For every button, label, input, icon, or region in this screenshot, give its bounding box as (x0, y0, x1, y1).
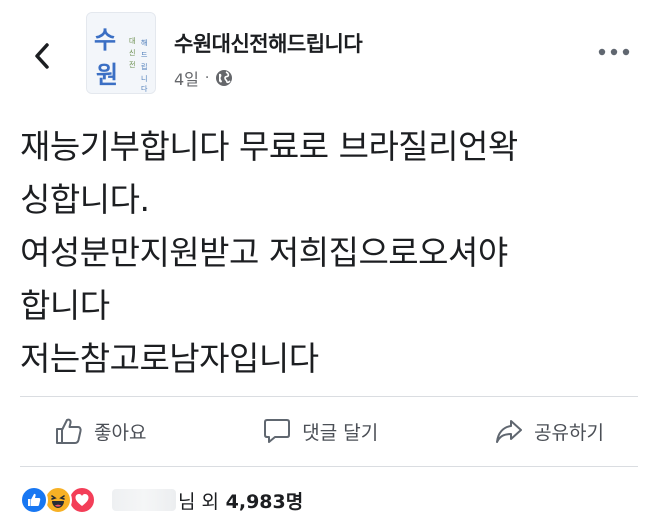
share-button[interactable]: 공유하기 (460, 416, 638, 446)
svg-text:립: 립 (141, 63, 147, 71)
back-arrow-icon (35, 43, 49, 69)
post-body: 재능기부합니다 무료로 브라질리언왁 싱합니다. 여성분만지원받고 저희집으로오… (20, 120, 640, 385)
post-line: 재능기부합니다 무료로 브라질리언왁 (20, 127, 518, 166)
action-bar: 좋아요 댓글 달기 공유하기 (20, 397, 638, 465)
svg-text:대: 대 (129, 37, 135, 45)
reaction-summary[interactable]: 님 외 4,983명 (20, 482, 303, 518)
post-time[interactable]: 4일 (174, 66, 199, 90)
svg-text:신: 신 (129, 48, 135, 57)
comment-icon (264, 419, 291, 443)
avatar[interactable]: 수 원 대 신 전 해 드 립 니 다 (86, 12, 156, 94)
like-icon (56, 418, 82, 444)
globe-icon (216, 70, 233, 86)
like-button[interactable]: 좋아요 (20, 416, 180, 446)
post-line: 합니다 (20, 286, 110, 325)
post-meta: 4일 · (174, 66, 233, 90)
reaction-suffix: 님 외 (178, 490, 219, 513)
svg-text:드: 드 (141, 51, 148, 59)
post-line: 싱합니다. (20, 180, 150, 219)
svg-text:원: 원 (96, 61, 118, 89)
post-header: 수 원 대 신 전 해 드 립 니 다 수원대신전해드립니다 4일 · (0, 0, 658, 110)
like-reaction-icon (20, 486, 48, 514)
svg-text:니: 니 (141, 74, 147, 83)
redacted-name (112, 489, 176, 511)
share-label: 공유하기 (534, 421, 604, 444)
haha-reaction-icon (44, 486, 72, 514)
svg-text:전: 전 (129, 60, 135, 69)
page-name[interactable]: 수원대신전해드립니다 (174, 28, 363, 58)
back-button[interactable] (22, 34, 62, 78)
meta-separator: · (204, 70, 210, 86)
svg-text:수: 수 (94, 26, 116, 54)
post-line: 저는참고로남자입니다 (20, 339, 319, 378)
svg-text:해: 해 (141, 38, 147, 47)
divider-bottom (20, 466, 638, 467)
reaction-count: 님 외 4,983명 (178, 487, 303, 514)
page-logo: 수 원 대 신 전 해 드 립 니 다 (87, 13, 155, 93)
comment-label: 댓글 달기 (302, 421, 379, 444)
love-reaction-icon (68, 486, 96, 514)
svg-text:다: 다 (141, 84, 148, 93)
reaction-total: 4,983명 (225, 490, 304, 513)
more-options-button[interactable] (594, 40, 634, 64)
share-icon (496, 420, 523, 443)
more-icon (598, 48, 630, 56)
reaction-icons (20, 484, 108, 516)
post-line: 여성분만지원받고 저희집으로오셔야 (20, 233, 508, 272)
comment-button[interactable]: 댓글 달기 (228, 416, 412, 446)
like-label: 좋아요 (94, 421, 147, 444)
